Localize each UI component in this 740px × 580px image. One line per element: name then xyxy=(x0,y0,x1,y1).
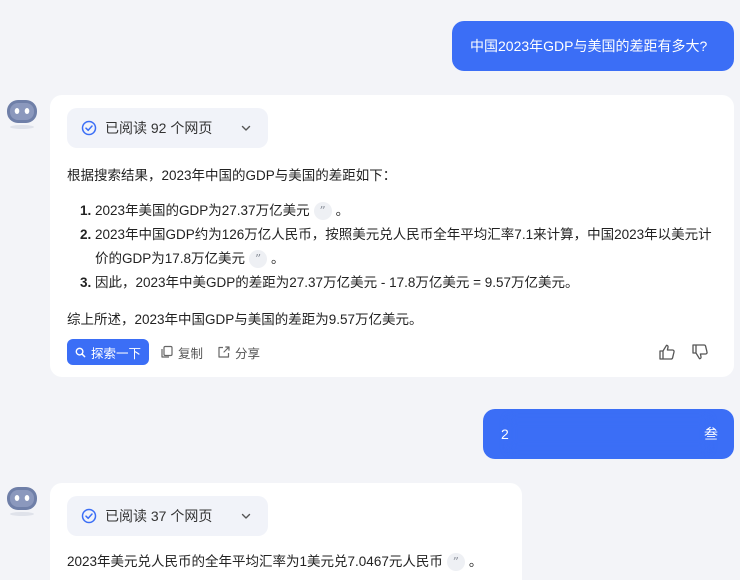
list-item: 2023年中国GDP约为126万亿人民币，按照美元兑人民币全年平均汇率7.1来计… xyxy=(95,223,720,271)
quote-icon[interactable]: ” xyxy=(249,250,268,269)
user-message-text: 中国2023年GDP与美国的差距有多大? xyxy=(470,38,708,54)
user-message: 2 叁 xyxy=(483,409,734,459)
check-circle-icon xyxy=(81,508,97,524)
check-circle-icon xyxy=(81,120,97,136)
answer-actions: 探索一下 复制 分享 xyxy=(67,339,717,365)
explore-button-label: 探索一下 xyxy=(90,346,141,361)
user-message-text-end: 叁 xyxy=(704,426,718,442)
user-message-text: 2 xyxy=(501,426,509,442)
chevron-down-icon xyxy=(241,125,251,131)
read-sources-toggle[interactable]: 已阅读 92 个网页 xyxy=(67,108,268,148)
bot-avatar-icon xyxy=(7,487,37,516)
user-message: 中国2023年GDP与美国的差距有多大? xyxy=(452,21,734,71)
bot-avatar-icon xyxy=(7,100,37,129)
read-sources-toggle[interactable]: 已阅读 37 个网页 xyxy=(67,496,268,536)
answer-card: 已阅读 37 个网页 2023年美元兑人民币的全年平均汇率为1美元兑7.0467… xyxy=(50,483,522,580)
copy-icon xyxy=(161,345,173,358)
share-icon xyxy=(218,346,230,358)
list-item: 因此，2023年中美GDP的差距为27.37万亿美元 - 17.8万亿美元 = … xyxy=(95,271,720,295)
thumbs-up-icon[interactable] xyxy=(658,343,676,361)
list-item: 2023年美国的GDP为27.37万亿美元”。 xyxy=(95,199,720,223)
answer-text: 2023年美元兑人民币的全年平均汇率为1美元兑7.0467元人民币”。 xyxy=(67,553,483,572)
redacted-text xyxy=(509,419,708,449)
explore-button[interactable]: 探索一下 xyxy=(67,339,149,365)
answer-intro: 根据搜索结果，2023年中国的GDP与美国的差距如下： xyxy=(67,168,397,183)
share-button[interactable]: 分享 xyxy=(217,339,260,365)
answer-card: 已阅读 92 个网页 根据搜索结果，2023年中国的GDP与美国的差距如下： 2… xyxy=(50,95,734,377)
share-label: 分享 xyxy=(235,346,261,361)
read-sources-label: 已阅读 92 个网页 xyxy=(105,120,213,136)
answer-summary: 综上所述，2023年中国GDP与美国的差距为9.57万亿美元。 xyxy=(67,312,423,327)
chevron-down-icon xyxy=(241,513,251,519)
search-icon xyxy=(75,347,86,357)
quote-icon[interactable]: ” xyxy=(446,553,465,572)
quote-icon[interactable]: ” xyxy=(313,202,332,221)
thumbs-down-icon[interactable] xyxy=(691,343,709,361)
copy-label: 复制 xyxy=(178,346,204,361)
read-sources-label: 已阅读 37 个网页 xyxy=(105,508,213,524)
copy-button[interactable]: 复制 xyxy=(160,339,203,365)
answer-points-list: 2023年美国的GDP为27.37万亿美元”。 2023年中国GDP约为126万… xyxy=(95,199,720,295)
